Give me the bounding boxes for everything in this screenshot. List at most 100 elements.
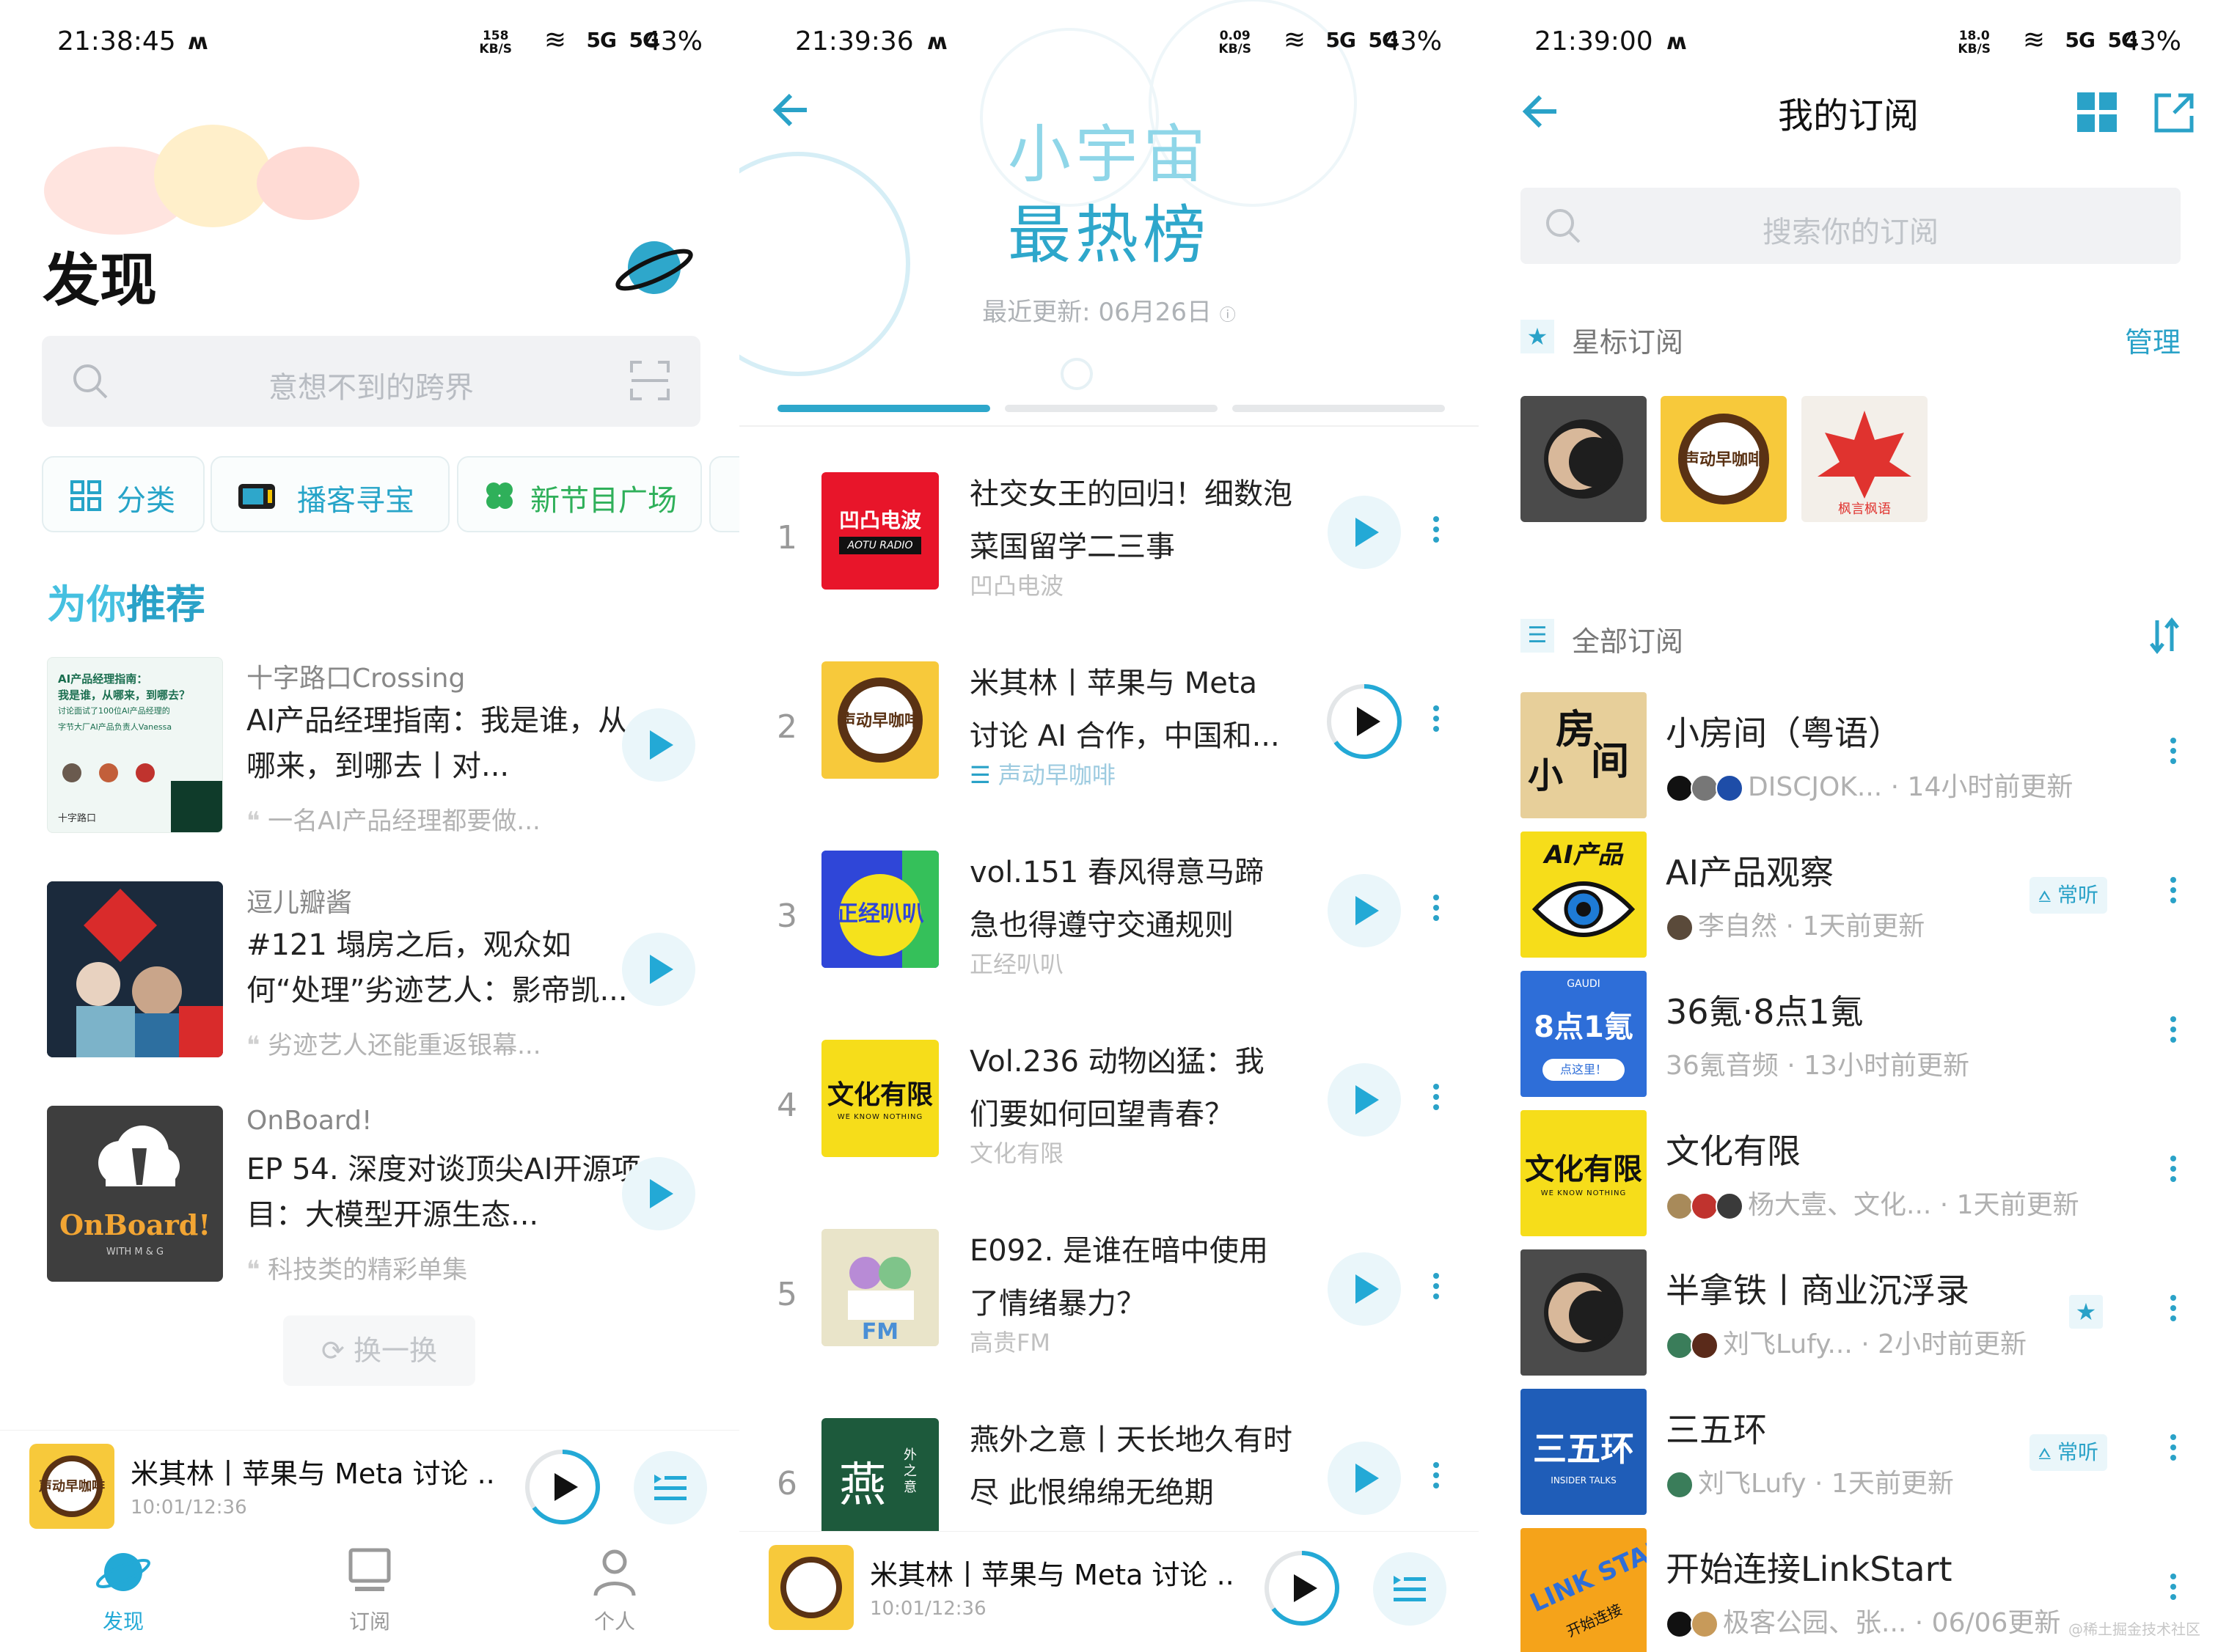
signal-icon: 5G bbox=[586, 28, 617, 52]
tab-discover[interactable]: 发现 bbox=[50, 1544, 197, 1635]
avatar bbox=[1716, 774, 1743, 802]
play-icon bbox=[650, 1179, 673, 1208]
playlist-button[interactable] bbox=[1373, 1552, 1446, 1626]
starred-cover[interactable]: 声动早咖啡 bbox=[1661, 396, 1787, 522]
search-bar[interactable]: 意想不到的跨界 bbox=[42, 336, 700, 427]
play-button[interactable] bbox=[622, 1157, 695, 1230]
play-button[interactable] bbox=[622, 708, 695, 782]
tab-subscriptions[interactable]: 订阅 bbox=[296, 1544, 443, 1635]
svg-text:正经叭叭: 正经叭叭 bbox=[836, 901, 924, 927]
rank-number: 2 bbox=[777, 708, 797, 746]
episode-cover: 燕 外之意 bbox=[821, 1418, 939, 1535]
app-notification-icon: ʍ bbox=[1666, 29, 1687, 55]
chart-item[interactable]: 3 正经叭叭 vol.151 春风得意马蹄急也得遵守交通规则 正经叭叭 bbox=[739, 836, 1479, 1012]
chart-tab[interactable] bbox=[1005, 405, 1218, 412]
subscription-item[interactable]: AI产品 AI产品观察 李自然 · 1天前更新 ⩟ 常听 bbox=[1520, 831, 2181, 963]
tab-profile[interactable]: 个人 bbox=[541, 1544, 688, 1635]
more-icon[interactable] bbox=[2166, 1012, 2181, 1056]
manage-button[interactable]: 管理 bbox=[2125, 320, 2181, 360]
quick-chips: 分类 播客寻宝 新节目广场 bbox=[42, 456, 739, 532]
play-progress-button[interactable] bbox=[1262, 1548, 1342, 1629]
scan-icon[interactable] bbox=[629, 359, 671, 402]
more-icon[interactable] bbox=[1429, 1458, 1443, 1502]
podcast-title: 文化有限 bbox=[1666, 1131, 1801, 1171]
play-progress-button[interactable] bbox=[522, 1447, 603, 1527]
search-placeholder: 意想不到的跨界 bbox=[268, 371, 474, 405]
mini-player[interactable]: 声动早咖啡 米其林丨苹果与 Meta 讨论 ... 10:01/12:36 bbox=[0, 1430, 739, 1540]
more-icon[interactable] bbox=[1429, 1269, 1443, 1313]
mini-player[interactable]: 米其林丨苹果与 Meta 讨论 ... 10:01/12:36 bbox=[739, 1531, 1479, 1652]
section-label: 全部订阅 bbox=[1572, 625, 1684, 658]
recommend-item[interactable]: AI产品经理指南： 我是谁，从哪来，到哪去？ 讨论面试了100位AI产品经理的 … bbox=[47, 657, 695, 840]
chart-item[interactable]: 2 声动早咖啡 米其林丨苹果与 Meta 讨论 AI 合作，中国和... ☰ 声… bbox=[739, 647, 1479, 823]
status-time: 21:38:45 bbox=[57, 26, 176, 56]
play-button[interactable] bbox=[1328, 874, 1401, 947]
treasure-icon bbox=[238, 484, 275, 509]
subscription-item[interactable]: 房 小 间 小房间（粤语） DISCJOK... · 14小时前更新 bbox=[1520, 692, 2181, 824]
now-playing-title: 米其林丨苹果与 Meta 讨论 ... bbox=[131, 1458, 497, 1490]
play-button[interactable] bbox=[1328, 496, 1401, 569]
share-icon[interactable] bbox=[2152, 91, 2196, 135]
recommend-item[interactable]: OnBoard! WITH M & G OnBoard! EP 54. 深度对谈… bbox=[47, 1106, 695, 1289]
rank-number: 5 bbox=[777, 1276, 797, 1313]
podcast-cover: AI产品 bbox=[1520, 831, 1647, 958]
more-icon[interactable] bbox=[2166, 1569, 2181, 1613]
star-icon: ★ bbox=[1520, 320, 1554, 353]
chart-item[interactable]: 5 FM E092. 是谁在暗中使用了情绪暴力？ 高贵FM bbox=[739, 1214, 1479, 1390]
starred-section-header: ★ 星标订阅 管理 bbox=[1520, 314, 2181, 360]
more-icon[interactable] bbox=[1429, 890, 1443, 934]
recommend-item[interactable]: 逗儿瓣酱 #121 塌房之后，观众如何“处理”劣迹艺人：影帝凯... ❝ 劣迹艺… bbox=[47, 881, 695, 1065]
chip-label: 新节目广场 bbox=[530, 484, 677, 518]
avatar bbox=[1691, 1192, 1719, 1220]
more-icon[interactable] bbox=[2166, 1430, 2181, 1474]
update-meta: 杨大壹、文化... · 1天前更新 bbox=[1666, 1183, 2135, 1222]
podcast-title: 三五环 bbox=[1666, 1410, 1767, 1450]
clover-icon bbox=[486, 482, 513, 509]
starred-cover[interactable] bbox=[1520, 396, 1647, 522]
subscription-item[interactable]: GAUDI 8点1氪 点这里！ 36氪·8点1氪 36氪音频 · 13小时前更新 bbox=[1520, 971, 2181, 1103]
grid-view-icon[interactable] bbox=[2076, 91, 2118, 133]
more-icon[interactable] bbox=[2166, 733, 2181, 777]
more-icon[interactable] bbox=[2166, 873, 2181, 917]
more-icon[interactable] bbox=[2166, 1291, 2181, 1335]
play-progress-button[interactable] bbox=[1323, 680, 1405, 763]
episode-title: #121 塌房之后，观众如何“处理”劣迹艺人：影帝凯... bbox=[246, 928, 628, 1007]
planet-icon[interactable] bbox=[613, 235, 695, 301]
search-bar[interactable]: 搜索你的订阅 bbox=[1520, 188, 2181, 264]
section-title: 为你推荐 bbox=[47, 581, 205, 628]
battery-level: 43% bbox=[2122, 26, 2181, 56]
chart-item[interactable]: 1 凹凸电波 AOTU RADIO 社交女王的回归！细数泡菜国留学二三事 凹凸电… bbox=[739, 458, 1479, 634]
podcast-cover: 房 小 间 bbox=[1520, 692, 1647, 818]
subscription-item[interactable]: 三五环 INSIDER TALKS 三五环 刘飞Lufy · 1天前更新 ⩟ 常… bbox=[1520, 1389, 2181, 1521]
chart-tab[interactable] bbox=[1232, 405, 1445, 412]
chip-new-shows[interactable]: 新节目广场 bbox=[457, 456, 702, 532]
chart-item[interactable]: 4 文化有限 WE KNOW NOTHING Vol.236 动物凶猛：我们要如… bbox=[739, 1025, 1479, 1201]
podcast-cover: 三五环 INSIDER TALKS bbox=[1520, 1389, 1647, 1515]
starred-cover[interactable]: 枫言枫语 bbox=[1801, 396, 1928, 522]
shuffle-button[interactable]: ⟳ 换一换 bbox=[283, 1315, 475, 1386]
more-icon[interactable] bbox=[1429, 1079, 1443, 1123]
sort-icon[interactable] bbox=[2148, 617, 2181, 654]
chart-tab[interactable] bbox=[777, 405, 990, 412]
episode-cover: FM bbox=[821, 1229, 939, 1346]
star-icon[interactable]: ★ bbox=[2069, 1295, 2103, 1329]
wifi-icon: ≋ bbox=[1283, 25, 1306, 55]
avatar bbox=[1666, 1471, 1694, 1499]
episode-quote: ❝ 一名AI产品经理都要做... bbox=[246, 807, 541, 836]
refresh-icon: ⟳ bbox=[321, 1335, 354, 1367]
subscription-item[interactable]: 半拿铁丨商业沉浮录 刘飞Lufy... · 2小时前更新 ★ bbox=[1520, 1249, 2181, 1381]
more-icon[interactable] bbox=[1429, 701, 1443, 745]
more-icon[interactable] bbox=[2166, 1151, 2181, 1195]
play-button[interactable] bbox=[1328, 1252, 1401, 1326]
page-title: 发现 bbox=[43, 248, 158, 314]
play-button[interactable] bbox=[1328, 1063, 1401, 1137]
playlist-button[interactable] bbox=[634, 1451, 707, 1524]
chip-treasure[interactable]: 播客寻宝 bbox=[211, 456, 450, 532]
play-button[interactable] bbox=[622, 933, 695, 1006]
play-button[interactable] bbox=[1328, 1442, 1401, 1515]
chip-label: 播客寻宝 bbox=[297, 484, 414, 518]
more-icon[interactable] bbox=[1429, 512, 1443, 556]
subscription-item[interactable]: 文化有限 WE KNOW NOTHING 文化有限 杨大壹、文化... · 1天… bbox=[1520, 1110, 2181, 1242]
chip-category[interactable]: 分类 bbox=[42, 456, 205, 532]
chip-more[interactable] bbox=[709, 456, 739, 532]
